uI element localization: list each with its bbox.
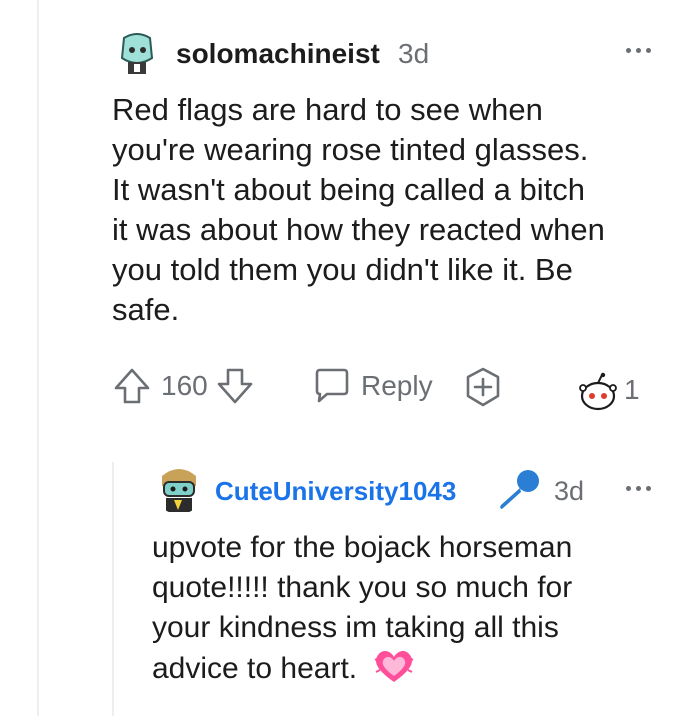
reply-body-line: advice to heart.	[152, 648, 682, 695]
heart-emoji-icon	[373, 648, 415, 695]
comment-body-line: safe.	[112, 292, 180, 327]
comment-body-line: It wasn't about being called a bitch	[112, 172, 585, 207]
award-icon[interactable]	[462, 366, 504, 413]
award-count: 1	[624, 374, 640, 405]
reply-body-text: advice to heart.	[152, 652, 358, 685]
downvote-icon[interactable]	[215, 366, 255, 411]
reply-body-line: upvote for the bojack horseman	[152, 531, 573, 564]
reply-body: upvote for the bojack horseman quote!!!!…	[152, 528, 682, 695]
reply-body-line: your kindness im taking all this	[152, 611, 559, 644]
award-badge-icon	[576, 372, 620, 417]
vote-score: 160	[161, 370, 208, 401]
reply-thread-line	[112, 462, 114, 716]
comment-body: Red flags are hard to see when you're we…	[112, 90, 682, 330]
reply-username[interactable]: CuteUniversity1043	[215, 476, 456, 507]
comment-body-line: you told them you didn't like it. Be	[112, 252, 573, 287]
comment-body-line: Red flags are hard to see when	[112, 92, 543, 127]
comment-age: 3d	[398, 38, 430, 69]
reply-icon[interactable]	[311, 367, 351, 410]
upvote-icon[interactable]	[112, 366, 152, 411]
thread-line	[37, 0, 39, 716]
comment-username[interactable]: solomachineist	[176, 38, 380, 70]
comment-body-line: it was about how they reacted when	[112, 212, 605, 247]
reply-body-line: quote!!!!! thank you so much for	[152, 571, 573, 604]
more-options-icon[interactable]	[622, 478, 658, 498]
avatar[interactable]	[152, 460, 206, 514]
comment-body-line: you're wearing rose tinted glasses.	[112, 132, 589, 167]
more-options-icon[interactable]	[622, 40, 658, 60]
mic-icon	[494, 468, 542, 517]
reply-age: 3d	[554, 476, 585, 506]
avatar[interactable]	[112, 28, 162, 78]
reply-button[interactable]: Reply	[361, 370, 433, 402]
